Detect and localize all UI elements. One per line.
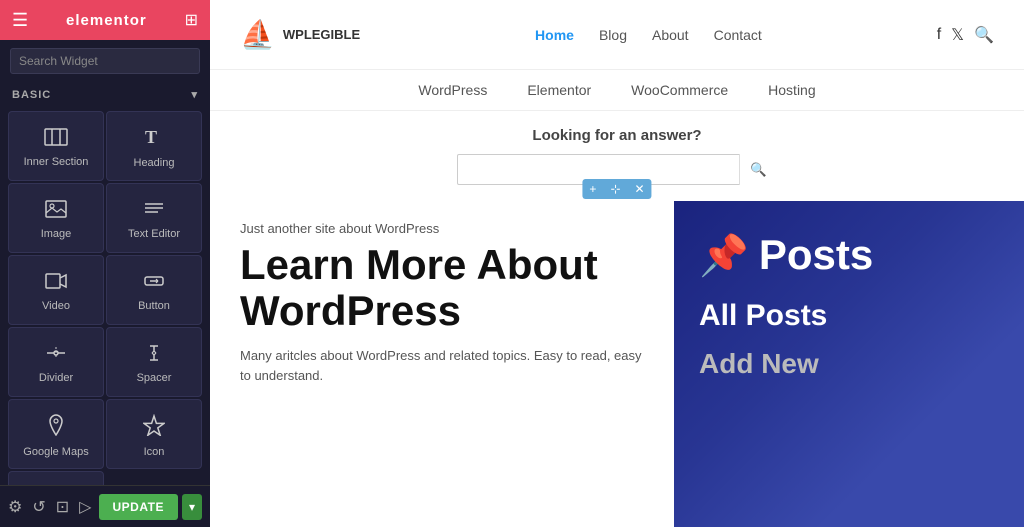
widget-inner-section[interactable]: Inner Section — [8, 111, 104, 181]
nav-contact[interactable]: Contact — [714, 27, 762, 43]
widget-icon[interactable]: Icon — [106, 399, 202, 469]
widget-video[interactable]: Video — [8, 255, 104, 325]
widget-divider-label: Divider — [39, 372, 73, 384]
elementor-add-button[interactable]: + — [582, 179, 603, 199]
twitter-icon[interactable]: 𝕏 — [951, 25, 964, 45]
widget-button-label: Button — [138, 300, 170, 312]
undo-icon[interactable]: ↺ — [32, 497, 45, 517]
nav-blog[interactable]: Blog — [599, 27, 627, 43]
hero-image: ⤢ 📌 Posts All Posts Add New — [674, 201, 1024, 527]
search-widget-area — [0, 40, 210, 82]
text-editor-icon — [143, 200, 165, 222]
update-button[interactable]: UPDATE — [99, 494, 178, 520]
widget-heading-label: Heading — [134, 157, 175, 169]
site-search-button[interactable]: 🔍 — [739, 154, 777, 185]
sidebar-bottom: ⚙ ↺ ⊡ ▷ UPDATE ▾ — [0, 485, 210, 527]
site-logo: ⛵ WPLEGIBLE — [240, 18, 360, 51]
site-nav: ⛵ WPLEGIBLE Home Blog About Contact f 𝕏 … — [210, 0, 1024, 70]
widget-divider[interactable]: Divider — [8, 327, 104, 397]
posts-text: Posts — [759, 231, 873, 279]
widget-icon-label: Icon — [144, 446, 165, 458]
search-widget-input[interactable] — [10, 48, 200, 74]
button-icon — [143, 272, 165, 294]
grid-icon[interactable]: ⊞ — [185, 10, 198, 30]
sidebar-header: ☰ elementor ⊞ — [0, 0, 210, 40]
preview-icon[interactable]: ▷ — [79, 497, 91, 517]
widget-image[interactable]: Image — [8, 183, 104, 253]
widget-spacer[interactable]: Spacer — [106, 327, 202, 397]
spacer-icon — [143, 344, 165, 366]
svg-text:T: T — [145, 127, 157, 147]
heading-icon: T — [143, 127, 165, 151]
settings-icon[interactable]: ⚙ — [8, 497, 22, 517]
elementor-logo: elementor — [66, 12, 147, 29]
map-icon — [46, 414, 66, 440]
subnav-hosting[interactable]: Hosting — [768, 82, 815, 98]
search-area: Looking for an answer? 🔍 + ⊹ ✕ — [210, 111, 1024, 201]
posts-label: 📌 Posts — [699, 231, 873, 279]
site-logo-text: WPLEGIBLE — [283, 27, 360, 42]
section-toggle-icon[interactable]: ▾ — [191, 88, 198, 101]
site-logo-icon: ⛵ — [240, 18, 275, 51]
responsive-icon[interactable]: ⊡ — [56, 497, 69, 517]
section-header: BASIC ▾ — [0, 82, 210, 107]
widget-video-label: Video — [42, 300, 70, 312]
pin-icon: 📌 — [699, 232, 749, 279]
hero-text: Just another site about WordPress Learn … — [210, 201, 674, 527]
elementor-move-button[interactable]: ⊹ — [603, 179, 627, 199]
site-tagline: Just another site about WordPress — [240, 221, 644, 236]
site-main-nav: Home Blog About Contact — [535, 27, 762, 43]
hero-area: Just another site about WordPress Learn … — [210, 201, 1024, 527]
hero-title: Learn More About WordPress — [240, 242, 644, 334]
hamburger-icon[interactable]: ☰ — [12, 10, 28, 31]
widget-inner-section-label: Inner Section — [24, 156, 89, 168]
main-content: ⛵ WPLEGIBLE Home Blog About Contact f 𝕏 … — [210, 0, 1024, 527]
facebook-icon[interactable]: f — [937, 26, 941, 44]
subnav-woocommerce[interactable]: WooCommerce — [631, 82, 728, 98]
section-label: BASIC — [12, 89, 51, 101]
bottom-icons: ⚙ ↺ ⊡ ▷ — [8, 497, 91, 517]
nav-home[interactable]: Home — [535, 27, 574, 43]
divider-icon — [45, 344, 67, 366]
widget-button[interactable]: Button — [106, 255, 202, 325]
search-icon[interactable]: 🔍 — [974, 25, 994, 45]
widget-heading[interactable]: T Heading — [106, 111, 202, 181]
search-wrapper: 🔍 + ⊹ ✕ — [457, 154, 777, 185]
update-dropdown-button[interactable]: ▾ — [182, 494, 202, 520]
nav-about[interactable]: About — [652, 27, 689, 43]
widget-google-maps[interactable]: Google Maps — [8, 399, 104, 469]
hero-description: Many aritcles about WordPress and relate… — [240, 346, 644, 385]
video-icon — [45, 272, 67, 294]
add-new-text: Add New — [699, 348, 819, 380]
search-heading: Looking for an answer? — [240, 127, 994, 144]
widget-image-label: Image — [41, 228, 72, 240]
sub-nav: WordPress Elementor WooCommerce Hosting — [210, 70, 1024, 111]
widget-text-editor[interactable]: Text Editor — [106, 183, 202, 253]
widget-wpforms[interactable]: WPForms — [8, 471, 104, 485]
widget-text-editor-label: Text Editor — [128, 228, 180, 240]
widget-spacer-label: Spacer — [137, 372, 172, 384]
widget-google-maps-label: Google Maps — [23, 446, 88, 458]
social-icons: f 𝕏 🔍 — [937, 25, 994, 45]
widgets-grid: Inner Section T Heading Image — [0, 107, 210, 485]
image-placeholder: 📌 Posts All Posts Add New — [674, 201, 1024, 527]
elementor-delete-button[interactable]: ✕ — [628, 179, 652, 199]
inner-section-icon — [44, 128, 68, 150]
image-icon — [45, 200, 67, 222]
sidebar: ☰ elementor ⊞ BASIC ▾ Inner Section — [0, 0, 210, 527]
elementor-search-toolbar: + ⊹ ✕ — [582, 179, 651, 199]
all-posts-text: All Posts — [699, 299, 827, 333]
star-icon — [143, 414, 165, 440]
subnav-elementor[interactable]: Elementor — [527, 82, 591, 98]
subnav-wordpress[interactable]: WordPress — [418, 82, 487, 98]
